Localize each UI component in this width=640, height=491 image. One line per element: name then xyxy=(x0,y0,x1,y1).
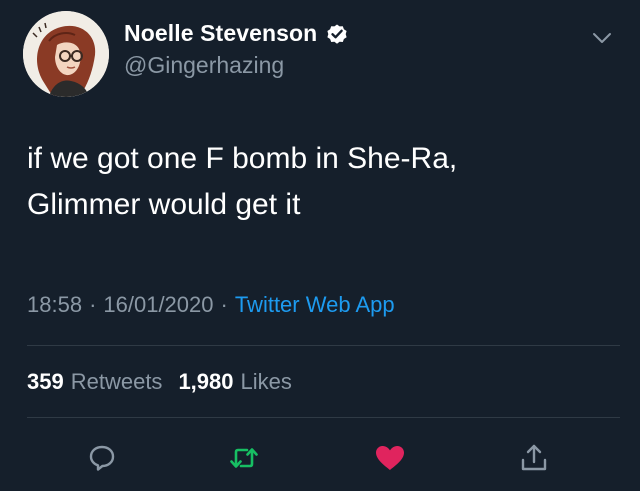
likes-count: 1,980 xyxy=(178,369,234,394)
meta-separator: · xyxy=(220,292,228,317)
likes-stat[interactable]: 1,980 Likes xyxy=(178,369,291,395)
likes-label: Likes xyxy=(240,369,292,394)
chevron-down-icon[interactable] xyxy=(590,26,614,50)
retweet-arrows-icon xyxy=(230,448,258,468)
share-upload-icon xyxy=(521,444,547,471)
speech-bubble-icon xyxy=(89,445,115,471)
tweet-text: if we got one F bomb in She-Ra, Glimmer … xyxy=(27,136,607,228)
divider xyxy=(27,345,620,346)
verified-badge-icon xyxy=(325,22,349,46)
tweet-stats: 359 Retweets 1,980 Likes xyxy=(27,369,292,395)
reply-button[interactable] xyxy=(84,440,120,476)
retweet-button[interactable] xyxy=(226,440,262,476)
tweet-card: Noelle Stevenson @Gingerhazing if we got… xyxy=(0,0,640,491)
avatar-illustration-icon xyxy=(23,11,109,97)
meta-separator: · xyxy=(89,292,97,317)
tweet-date: 16/01/2020 xyxy=(103,292,214,317)
tweet-source-link[interactable]: Twitter Web App xyxy=(235,292,395,318)
share-button[interactable] xyxy=(516,440,552,476)
retweets-label: Retweets xyxy=(70,369,163,394)
author-display-name[interactable]: Noelle Stevenson xyxy=(124,20,317,47)
retweets-stat[interactable]: 359 Retweets xyxy=(27,369,162,395)
author-name-row: Noelle Stevenson xyxy=(124,20,349,47)
tweet-meta: 18:58 · 16/01/2020 · Twitter Web App xyxy=(27,292,395,318)
tweet-text-line: Glimmer would get it xyxy=(27,188,301,221)
like-button[interactable] xyxy=(372,440,408,476)
author-handle[interactable]: @Gingerhazing xyxy=(124,52,284,79)
retweets-count: 359 xyxy=(27,369,64,394)
avatar[interactable] xyxy=(23,11,109,97)
heart-icon xyxy=(376,446,404,470)
tweet-text-line: if we got one F bomb in She-Ra, xyxy=(27,142,458,175)
divider xyxy=(27,417,620,418)
tweet-time: 18:58 xyxy=(27,292,83,317)
